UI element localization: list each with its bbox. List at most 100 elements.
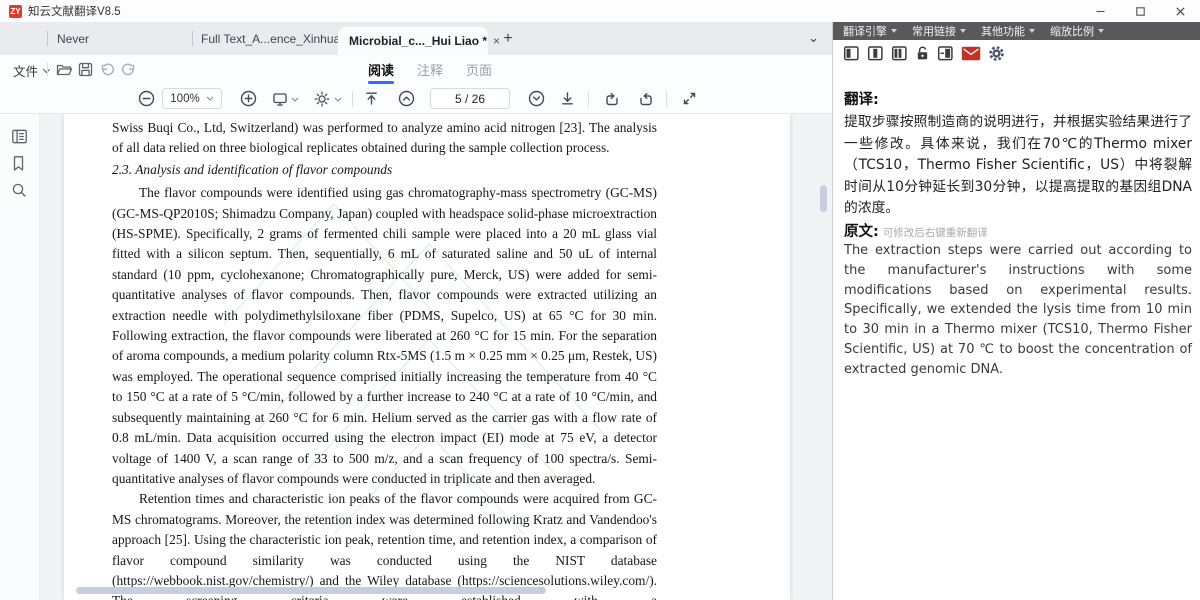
layout-left-button[interactable] <box>843 45 860 62</box>
page-number-input[interactable] <box>433 91 507 107</box>
tab-fulltext[interactable]: Full Text_A...ence_Xinhua <box>201 22 340 55</box>
zoom-level-dropdown[interactable]: 100% <box>162 88 222 109</box>
fullscreen-button[interactable] <box>682 91 697 106</box>
bookmarks-panel-button[interactable] <box>11 155 26 172</box>
layout-split-button[interactable] <box>891 45 908 62</box>
original-text[interactable]: The extraction steps were carried out ac… <box>844 241 1192 380</box>
tab-list-chevron-icon[interactable]: ⌄ <box>808 30 819 46</box>
bookmark-icon <box>11 155 26 172</box>
app-window: ZY 知云文献翻译V8.5 Never Full Text_A...ence_X… <box>0 0 1200 600</box>
page-view-mode-button[interactable] <box>272 92 288 106</box>
translation-text: 提取步骤按照制造商的说明进行，并根据实验结果进行了一些修改。具体来说，我们在70… <box>844 112 1192 220</box>
view-tab-label: 注释 <box>417 60 443 79</box>
close-button[interactable] <box>1160 0 1200 22</box>
app-logo-icon: ZY <box>9 5 22 18</box>
menu-label: 缩放比例 <box>1050 23 1094 39</box>
toolbar-separator <box>666 91 667 107</box>
menu-label: 其他功能 <box>981 23 1025 39</box>
paragraph: Retention times and characteristic ion p… <box>112 489 657 600</box>
new-tab-button[interactable]: + <box>496 27 520 51</box>
first-page-button[interactable] <box>364 91 379 106</box>
next-page-button[interactable] <box>528 90 545 107</box>
view-mode-tabs: 阅读 注释 页面 <box>368 55 492 84</box>
minimize-button[interactable] <box>1080 0 1120 22</box>
menu-other-functions[interactable]: 其他功能 <box>981 23 1035 39</box>
chevron-down-icon[interactable] <box>291 97 299 102</box>
toolbar-separator <box>588 91 589 107</box>
layout-split-icon <box>891 45 908 62</box>
lock-button[interactable] <box>915 45 930 62</box>
page-number-box <box>430 88 510 109</box>
main-toolbar: 文件 阅读 注释 页面 <box>0 55 832 84</box>
viewer-sidebar <box>0 114 40 600</box>
zoom-level-value: 100% <box>170 93 199 105</box>
section-heading: 2.3. Analysis and identification of flav… <box>112 160 657 180</box>
pdf-viewer: Swiss Buqi Co., Ltd, Switzerland) was pe… <box>0 114 832 600</box>
layout-left-icon <box>843 45 860 62</box>
rotate-left-button[interactable] <box>604 91 620 107</box>
last-page-button[interactable] <box>560 91 575 106</box>
redo-button[interactable] <box>121 62 136 76</box>
zoom-in-button[interactable] <box>240 90 257 107</box>
menu-translation-engine[interactable]: 翻译引擎 <box>843 23 897 39</box>
panel-menubar: 翻译引擎 常用链接 其他功能 缩放比例 <box>833 22 1200 40</box>
pdf-toolbar: 100% <box>0 84 832 114</box>
pdf-page-text: Swiss Buqi Co., Ltd, Switzerland) was pe… <box>112 118 657 600</box>
redo-icon <box>121 62 136 76</box>
menu-zoom-ratio[interactable]: 缩放比例 <box>1050 23 1104 39</box>
toolbar-separator <box>47 62 48 77</box>
save-button[interactable] <box>78 62 93 77</box>
open-file-button[interactable] <box>56 62 73 77</box>
translation-panel: 翻译引擎 常用链接 其他功能 缩放比例 <box>832 22 1200 600</box>
search-panel-button[interactable] <box>11 182 27 198</box>
chevron-down-icon <box>206 96 214 101</box>
vertical-scrollbar-thumb[interactable] <box>820 185 827 212</box>
menu-label: 翻译引擎 <box>843 23 887 39</box>
expand-icon <box>682 91 697 106</box>
chevron-down-circle-icon <box>528 90 545 107</box>
tab-label: Never <box>57 32 89 46</box>
thumbnails-panel-button[interactable] <box>11 128 28 145</box>
display-mode-icon <box>272 92 288 106</box>
undo-icon <box>100 62 115 76</box>
brightness-sun-icon <box>314 91 330 107</box>
menu-common-links[interactable]: 常用链接 <box>912 23 966 39</box>
paragraph: The flavor compounds were identified usi… <box>112 183 657 489</box>
tab-never[interactable]: Never <box>57 22 89 55</box>
search-icon <box>11 182 27 198</box>
tab-microbial-active[interactable]: Microbial_c..._Hui Liao * × <box>338 27 488 55</box>
brightness-button[interactable] <box>314 91 330 107</box>
outline-panel-icon <box>11 128 28 145</box>
undo-button[interactable] <box>100 62 115 76</box>
zoom-out-button[interactable] <box>138 90 155 107</box>
layout-horizontal-icon <box>937 45 954 62</box>
layout-middle-button[interactable] <box>867 45 884 62</box>
layout-horizontal-button[interactable] <box>937 45 954 62</box>
rotate-right-button[interactable] <box>638 91 654 107</box>
caret-down-icon <box>960 29 966 33</box>
arrow-to-bottom-icon <box>560 91 575 106</box>
tab-label: Microbial_c..._Hui Liao * <box>349 34 487 48</box>
paragraph: Swiss Buqi Co., Ltd, Switzerland) was pe… <box>112 118 657 159</box>
feedback-mail-button[interactable] <box>961 46 981 61</box>
maximize-button[interactable] <box>1120 0 1160 22</box>
original-label-text: 原文: <box>844 224 879 240</box>
panel-icon-toolbar <box>843 45 1005 62</box>
horizontal-scrollbar-thumb[interactable] <box>76 587 546 594</box>
zoom-out-icon <box>138 90 155 107</box>
lock-open-icon <box>915 45 930 62</box>
tab-read[interactable]: 阅读 <box>368 55 394 84</box>
layout-middle-icon <box>867 45 884 62</box>
file-menu-button[interactable]: 文件 <box>13 61 51 80</box>
settings-button[interactable] <box>988 45 1005 62</box>
tab-label: Full Text_A...ence_Xinhua <box>201 32 340 46</box>
chevron-down-icon[interactable] <box>334 97 342 102</box>
pdf-page: Swiss Buqi Co., Ltd, Switzerland) was pe… <box>64 114 790 600</box>
caret-down-icon <box>1098 29 1104 33</box>
tab-page[interactable]: 页面 <box>466 55 492 84</box>
tab-annotate[interactable]: 注释 <box>417 55 443 84</box>
caret-down-icon <box>891 29 897 33</box>
previous-page-button[interactable] <box>398 90 415 107</box>
app-title: 知云文献翻译V8.5 <box>28 3 121 19</box>
save-icon <box>78 62 93 77</box>
